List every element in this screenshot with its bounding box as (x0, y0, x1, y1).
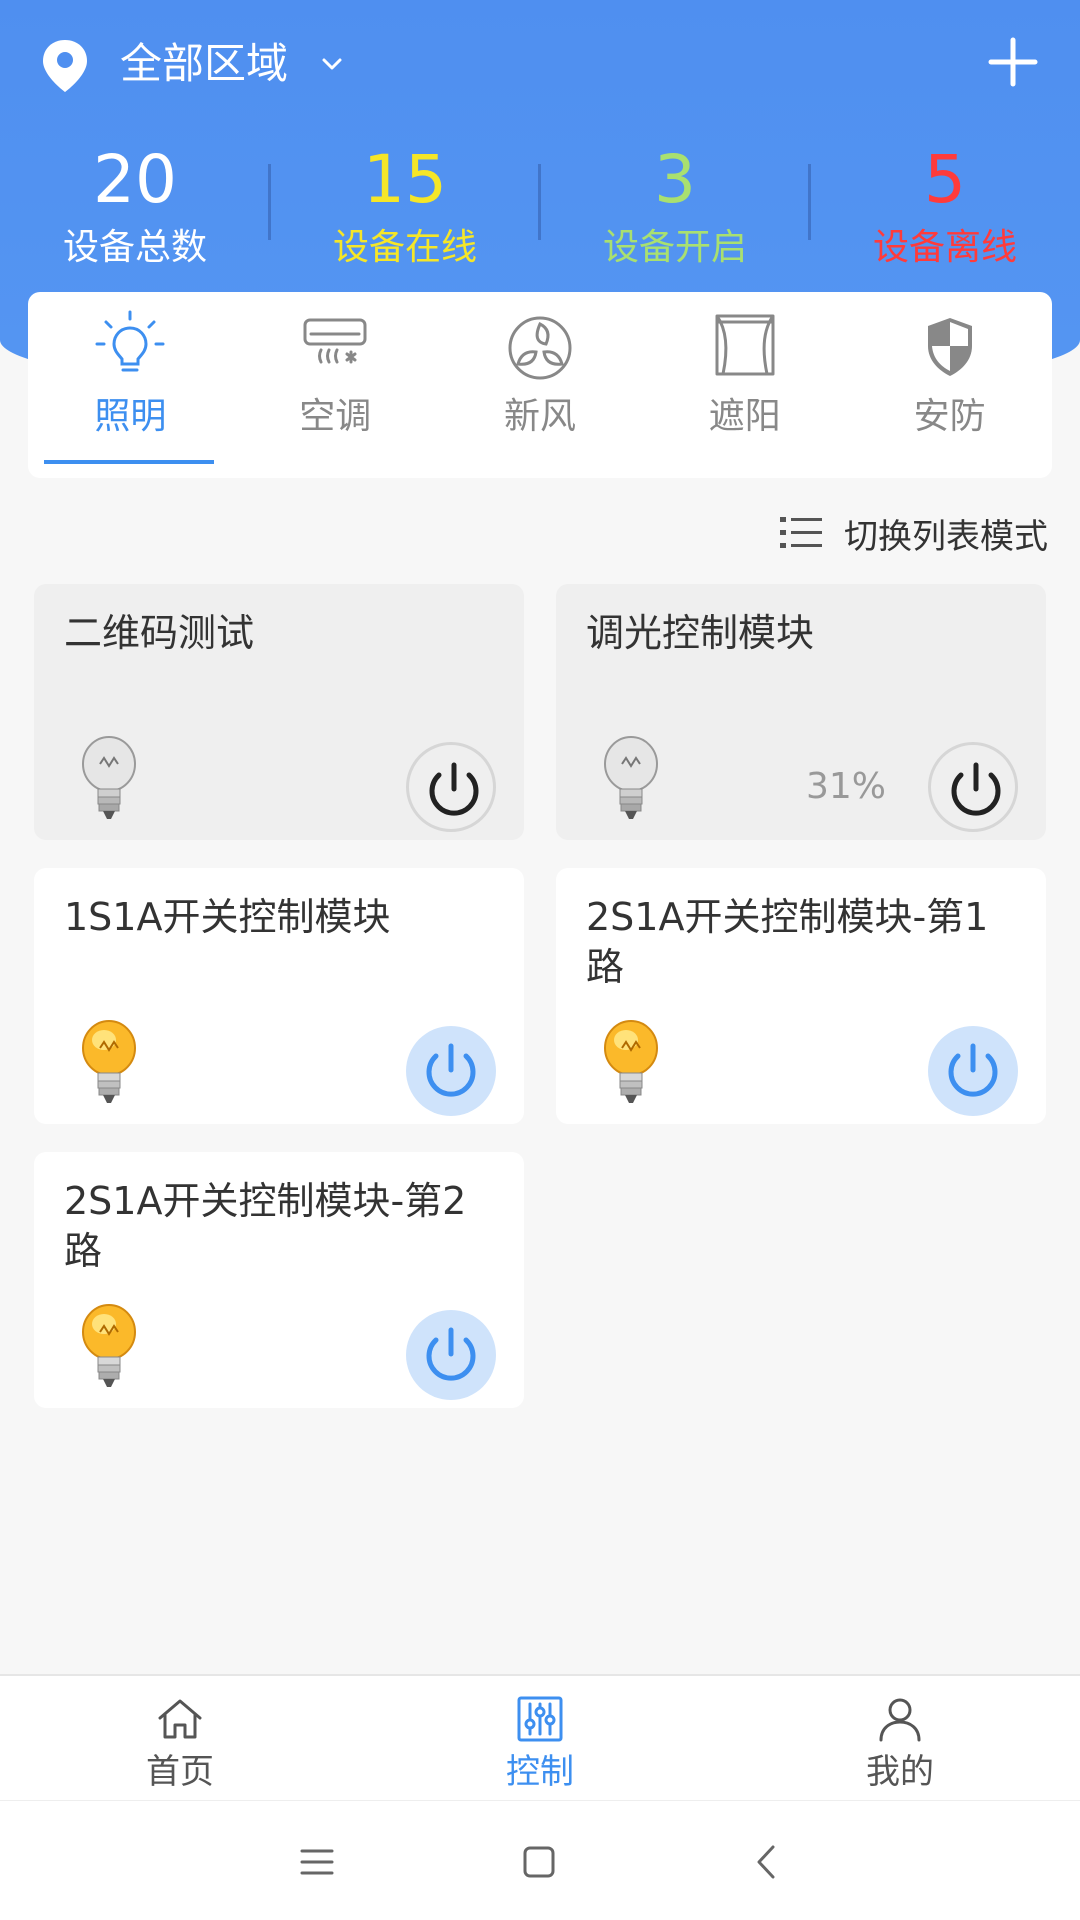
stat-total: 20 设备总数 (0, 140, 270, 280)
power-icon (426, 1043, 476, 1097)
nav-item-home[interactable]: 首页 (0, 1676, 360, 1800)
switch-list-mode-button[interactable]: 切换列表模式 (780, 505, 1048, 561)
bulb-on-icon (604, 1020, 658, 1103)
category-tabs: 照明 空调 新风 遮阳 安防 (28, 292, 1052, 478)
bottom-navigation: 首页 控制 我的 (0, 1674, 1080, 1800)
list-icon (780, 517, 822, 548)
home-square-icon[interactable] (512, 1835, 566, 1889)
power-toggle-button[interactable] (406, 742, 496, 832)
device-name: 二维码测试 (64, 611, 255, 655)
back-icon[interactable] (740, 1835, 794, 1889)
device-name: 2S1A开关控制模块-第1路 (586, 895, 989, 989)
nav-label: 我的 (866, 1752, 934, 1792)
tab-label: 照明 (94, 396, 167, 437)
tab-fresh-air[interactable]: 新风 (438, 292, 643, 478)
menu-icon[interactable] (290, 1835, 344, 1889)
tab-label: 安防 (913, 396, 986, 437)
region-selector-label[interactable]: 全部区域 (120, 34, 288, 94)
device-card[interactable]: 2S1A开关控制模块-第1路 (556, 868, 1046, 1124)
power-toggle-button[interactable] (928, 742, 1018, 832)
location-pin-icon[interactable] (40, 38, 90, 94)
tab-label: 新风 (503, 396, 576, 437)
bulb-on-icon (82, 1304, 136, 1387)
nav-item-profile[interactable]: 我的 (720, 1676, 1080, 1800)
bulb-off-icon (82, 736, 136, 819)
device-name: 2S1A开关控制模块-第2路 (64, 1179, 467, 1273)
active-tab-indicator (44, 460, 214, 464)
chevron-down-icon[interactable] (318, 50, 346, 78)
nav-label: 首页 (146, 1752, 214, 1792)
stat-divider (808, 164, 811, 240)
nav-item-control[interactable]: 控制 (360, 1676, 720, 1800)
device-name: 1S1A开关控制模块 (64, 895, 391, 939)
switch-list-mode-label: 切换列表模式 (844, 516, 1048, 557)
bulb-off-icon (604, 736, 658, 819)
sliders-icon (517, 1696, 563, 1742)
power-icon (948, 1043, 998, 1097)
home-icon (158, 1699, 202, 1739)
tab-security[interactable]: 安防 (847, 292, 1052, 478)
nav-label: 控制 (506, 1752, 574, 1792)
curtain-icon (715, 314, 775, 376)
stat-divider (268, 164, 271, 240)
power-icon (951, 762, 1001, 816)
shield-icon (927, 318, 972, 376)
power-toggle-button[interactable] (406, 1026, 496, 1116)
stat-offline-label: 设备离线 (872, 227, 1017, 268)
stat-divider (538, 164, 541, 240)
bulb-outline-icon (95, 310, 165, 372)
air-conditioner-icon (303, 318, 367, 364)
tab-curtain[interactable]: 遮阳 (642, 292, 847, 478)
power-icon (426, 1327, 476, 1381)
stat-total-label: 设备总数 (62, 227, 207, 268)
device-card[interactable]: 调光控制模块 31% (556, 584, 1046, 840)
stat-online: 15 设备在线 (270, 140, 540, 280)
system-navigation-bar (0, 1800, 1080, 1920)
stat-on-value: 3 (654, 141, 696, 218)
add-device-button[interactable] (985, 34, 1041, 90)
power-icon (429, 762, 479, 816)
device-name: 调光控制模块 (586, 611, 815, 655)
device-card[interactable]: 2S1A开关控制模块-第2路 (34, 1152, 524, 1408)
stat-online-value: 15 (363, 141, 447, 218)
stat-on: 3 设备开启 (540, 140, 810, 280)
user-icon (879, 1698, 921, 1742)
tab-label: 空调 (299, 396, 372, 437)
stat-online-label: 设备在线 (332, 227, 477, 268)
power-toggle-button[interactable] (406, 1310, 496, 1400)
bulb-on-icon (82, 1020, 136, 1103)
stat-total-value: 20 (93, 141, 177, 218)
power-toggle-button[interactable] (928, 1026, 1018, 1116)
stat-on-label: 设备开启 (602, 227, 747, 268)
dim-level-text: 31% (805, 766, 886, 807)
device-stats: 20 设备总数 15 设备在线 3 设备开启 5 设备离线 (0, 140, 1080, 280)
fresh-air-icon (508, 316, 572, 380)
tab-label: 遮阳 (708, 396, 781, 437)
stat-offline-value: 5 (924, 141, 966, 218)
top-bar: 全部区域 (0, 0, 1080, 130)
device-card[interactable]: 二维码测试 (34, 584, 524, 840)
device-card[interactable]: 1S1A开关控制模块 (34, 868, 524, 1124)
tab-air-conditioner[interactable]: 空调 (233, 292, 438, 478)
tab-lighting[interactable]: 照明 (28, 292, 233, 478)
stat-offline: 5 设备离线 (810, 140, 1080, 280)
